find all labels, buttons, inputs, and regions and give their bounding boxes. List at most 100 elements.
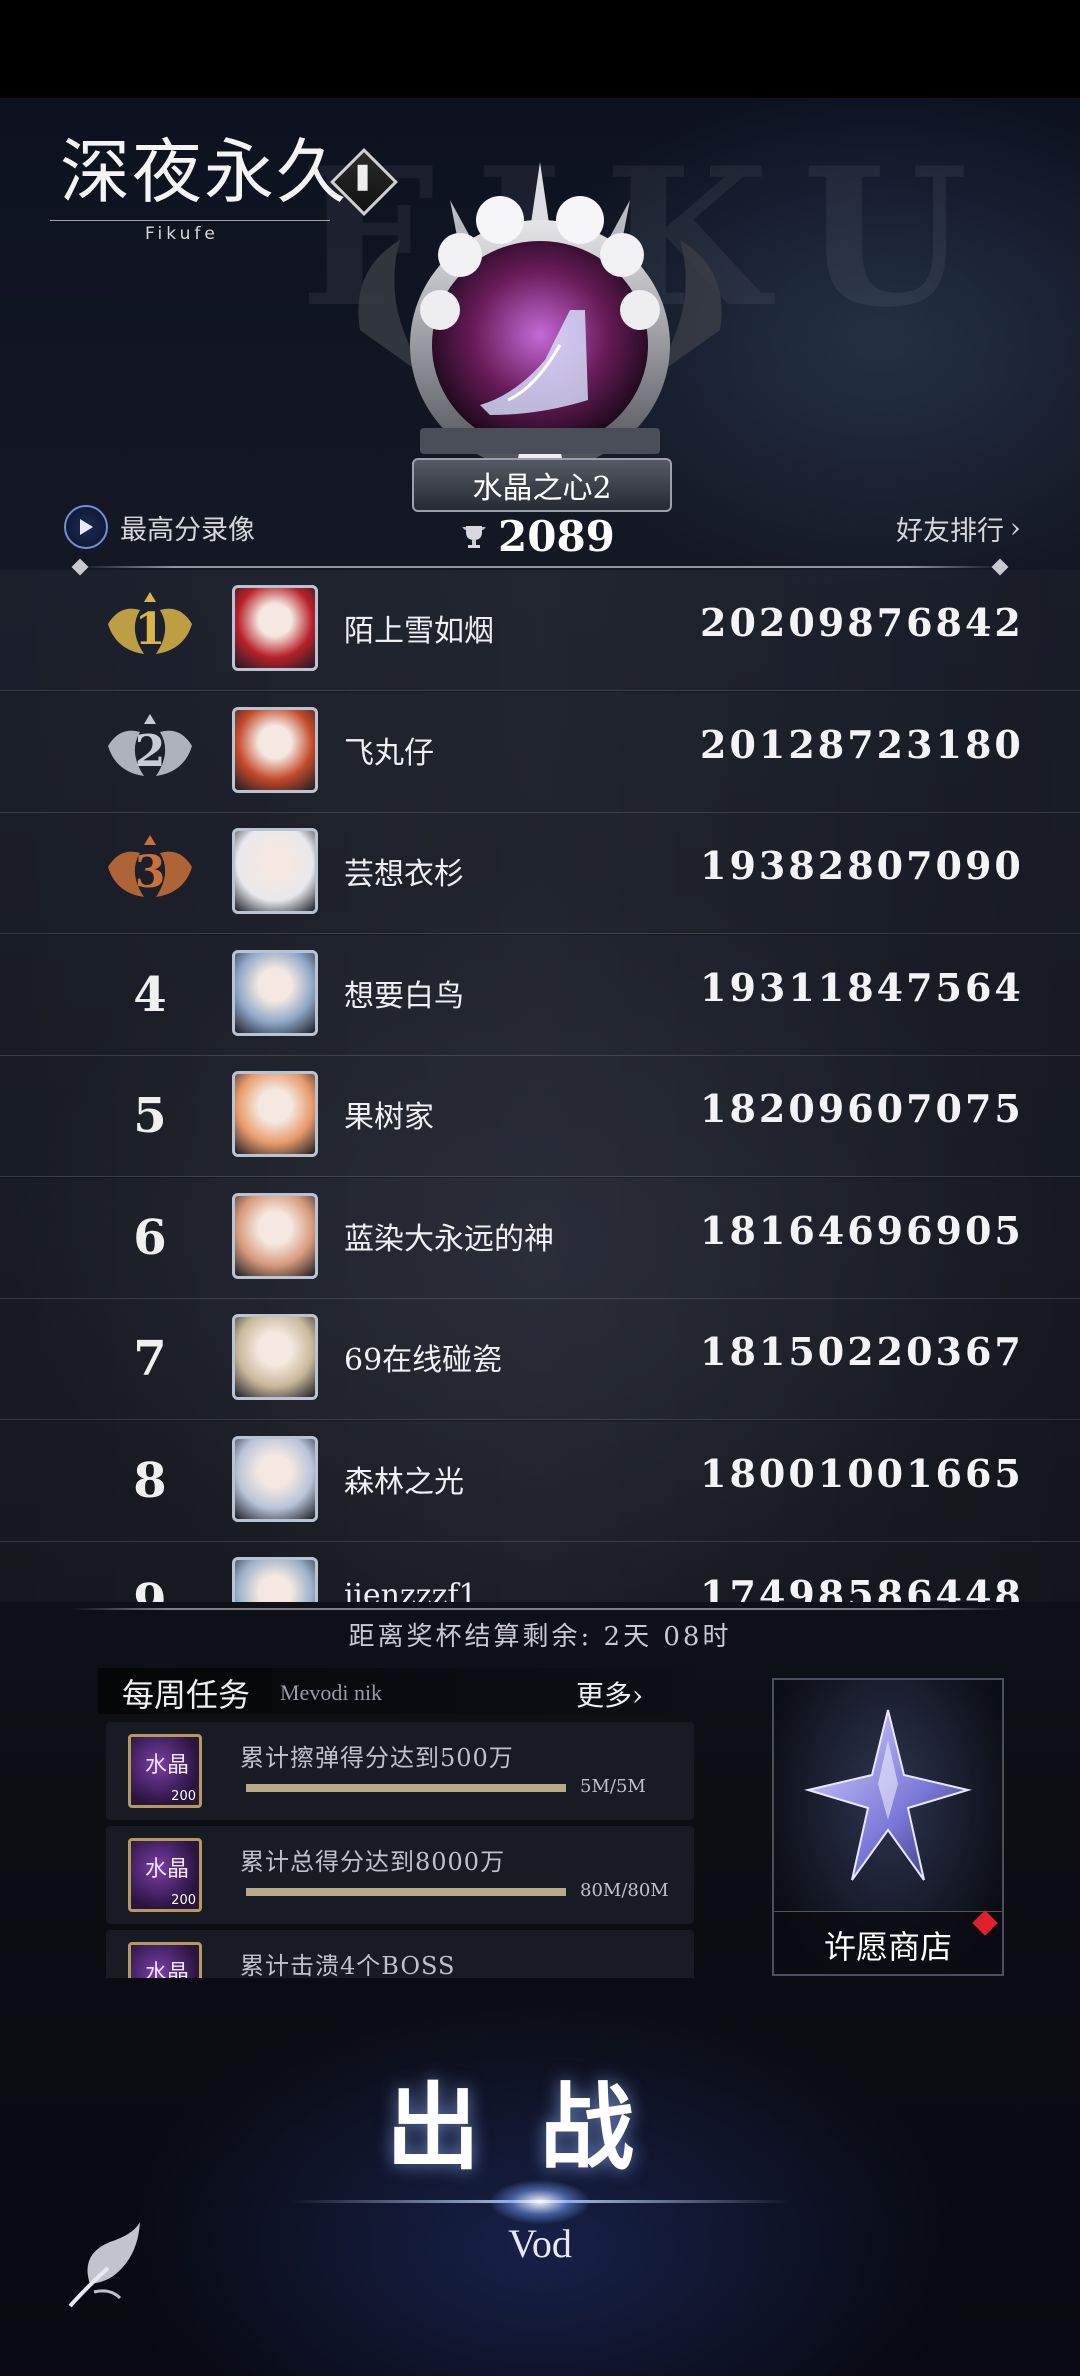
crystal-reward-icon: 水晶 200 [128, 1838, 202, 1912]
player-avatar[interactable] [232, 585, 318, 671]
reward-label: 水晶 [145, 1961, 190, 1978]
reward-quantity: 200 [171, 1789, 196, 1804]
logo-subtitle: Fikufe [145, 224, 219, 244]
player-score: 18001001665 [700, 1450, 1024, 1496]
battle-glow [490, 2180, 590, 2224]
chevron-right-icon: › [1010, 512, 1021, 544]
crystal-reward-icon: 水晶 200 [128, 1734, 202, 1808]
friends-label: 好友排行 [896, 515, 1004, 547]
weekly-task-card[interactable]: 水晶 200 累计擦弹得分达到500万 5M/5M [106, 1722, 694, 1820]
friend-ranking-button[interactable]: 好友排行 › [896, 508, 1021, 548]
rank-medal-icon: 1 [100, 584, 200, 676]
rank-medal-icon: 2 [100, 706, 200, 798]
player-avatar[interactable] [232, 1192, 318, 1279]
player-name: 芸想衣杉 [344, 857, 464, 892]
rank-number: 5 [133, 1088, 167, 1144]
player-avatar[interactable] [232, 828, 318, 914]
wish-shop-label: 许愿商店 [823, 1928, 952, 1966]
weekly-task-card[interactable]: 水晶 200 累计总得分达到8000万 80M/80M [106, 1826, 694, 1924]
logo-title: 深夜永久 [60, 131, 348, 213]
reward-label: 水晶 [145, 1753, 190, 1778]
leaderboard-list[interactable]: 1 陌上雪如烟 20209876842 2 飞丸仔 20128723180 3 芸想衣杉 193… [0, 570, 1080, 1602]
player-name: 飞丸仔 [344, 735, 434, 771]
task-title: 累计擦弹得分达到500万 [240, 1744, 514, 1772]
best-score-replay-button[interactable]: 最高分录像 [64, 504, 255, 550]
rank-number: 9 [133, 1574, 167, 1602]
task-progress-text: 80M/80M [580, 1880, 669, 1901]
leaderboard-row[interactable]: 4 想要白鸟 19311847564 [0, 934, 1080, 1056]
wish-star-icon [804, 1709, 972, 1881]
player-name: 想要白鸟 [344, 978, 464, 1014]
leaderboard-row[interactable]: 8 森林之光 18001001665 [0, 1420, 1080, 1542]
weekly-tasks-header: 每周任务 Mevodi nik 更多› [98, 1668, 696, 1714]
player-score: 18164696905 [700, 1207, 1024, 1253]
task-progress-bar [246, 1888, 566, 1896]
player-score: 19382807090 [700, 843, 1024, 888]
player-name: 陌上雪如烟 [344, 614, 494, 649]
player-name: 69在线碰瓷 [344, 1343, 503, 1378]
rank-number: 7 [133, 1331, 167, 1387]
rank-medal-icon: 3 [100, 827, 200, 919]
reward-quantity: 200 [171, 1893, 196, 1908]
reward-label: 水晶 [145, 1857, 190, 1882]
task-progress-fill [246, 1784, 566, 1792]
battle-sublabel: Vod [508, 2221, 572, 2266]
leaderboard-row[interactable]: 5 果树家 18209607075 [0, 1056, 1080, 1177]
player-name: 森林之光 [344, 1464, 464, 1500]
weekly-more-button[interactable]: 更多› [576, 1674, 643, 1714]
leaderboard-row[interactable]: 3 芸想衣杉 19382807090 [0, 813, 1080, 934]
rank-number: 4 [133, 966, 167, 1023]
player-name: 蓝染大永远的神 [344, 1221, 554, 1257]
trophy-score: 2089 [498, 511, 615, 561]
wish-shop-label-bar: 许愿商店 [774, 1910, 1002, 1974]
rank-number: 1 [134, 604, 166, 655]
battle-label: 出战 [385, 2073, 694, 2183]
player-avatar[interactable] [232, 1557, 318, 1602]
player-avatar[interactable] [232, 1435, 318, 1522]
battle-button[interactable]: 出战 Vod [260, 2030, 820, 2290]
player-avatar[interactable] [232, 949, 318, 1036]
rank-number: 3 [134, 847, 166, 898]
weekly-tasks-title: 每周任务 [122, 1676, 251, 1714]
player-score: 19311847564 [700, 964, 1024, 1010]
leaderboard-row[interactable]: 1 陌上雪如烟 20209876842 [0, 570, 1080, 691]
task-progress-text: 5M/5M [580, 1776, 646, 1797]
leaderboard-bottom-divider [70, 1608, 1010, 1610]
player-score: 18209607075 [700, 1086, 1024, 1131]
chevron-right-icon: › [632, 1679, 644, 1712]
crystal-reward-icon: 水晶200 [128, 1942, 202, 1978]
trophy-icon [462, 526, 486, 548]
replay-label: 最高分录像 [120, 514, 255, 546]
leaderboard-row[interactable]: 2 飞丸仔 20128723180 [0, 691, 1080, 813]
rank-number: 8 [133, 1452, 167, 1509]
weekly-task-list[interactable]: 水晶 200 累计擦弹得分达到500万 5M/5M 水晶 200 累计总得分达到8000万 8… [106, 1722, 694, 1978]
task-title: 累计击溃4个BOSS [240, 1952, 456, 1978]
leaderboard-row[interactable]: 9 jienzzzf1 17498586448 [0, 1542, 1080, 1602]
trophy-score-row: 2089 [460, 508, 640, 564]
player-avatar[interactable] [232, 1071, 318, 1157]
leaderboard-row[interactable]: 6 蓝染大永远的神 18164696905 [0, 1177, 1080, 1299]
weekly-task-card[interactable]: 水晶200 累计击溃4个BOSS [106, 1930, 694, 1978]
top-divider [80, 566, 1000, 568]
task-progress-fill [246, 1888, 566, 1896]
task-title: 累计总得分达到8000万 [240, 1848, 506, 1876]
logo-underline [50, 220, 330, 221]
player-avatar[interactable] [232, 1314, 318, 1400]
rank-number: 6 [133, 1209, 167, 1266]
rank-number: 2 [134, 725, 166, 777]
weekly-tasks-subtitle: Mevodi nik [280, 1680, 383, 1705]
player-score: 18150220367 [700, 1329, 1024, 1374]
wish-shop-button[interactable]: 许愿商店 [772, 1678, 1004, 1976]
player-score: 20128723180 [700, 721, 1024, 767]
leaderboard-row[interactable]: 7 69在线碰瓷 18150220367 [0, 1299, 1080, 1420]
player-score: 17498586448 [700, 1572, 1024, 1602]
badge-name: 水晶之心2 [472, 471, 612, 506]
rose-menu-icon[interactable] [60, 2214, 152, 2314]
play-icon [64, 505, 108, 549]
trophy-settlement-countdown: 距离奖杯结算剩余: 2天 08时 [348, 1622, 732, 1652]
task-progress-bar [246, 1784, 566, 1792]
player-score: 20209876842 [700, 600, 1024, 645]
player-name: jienzzzf1 [344, 1578, 478, 1602]
player-avatar[interactable] [232, 706, 318, 793]
badge-name-banner: 水晶之心2 [412, 458, 672, 512]
